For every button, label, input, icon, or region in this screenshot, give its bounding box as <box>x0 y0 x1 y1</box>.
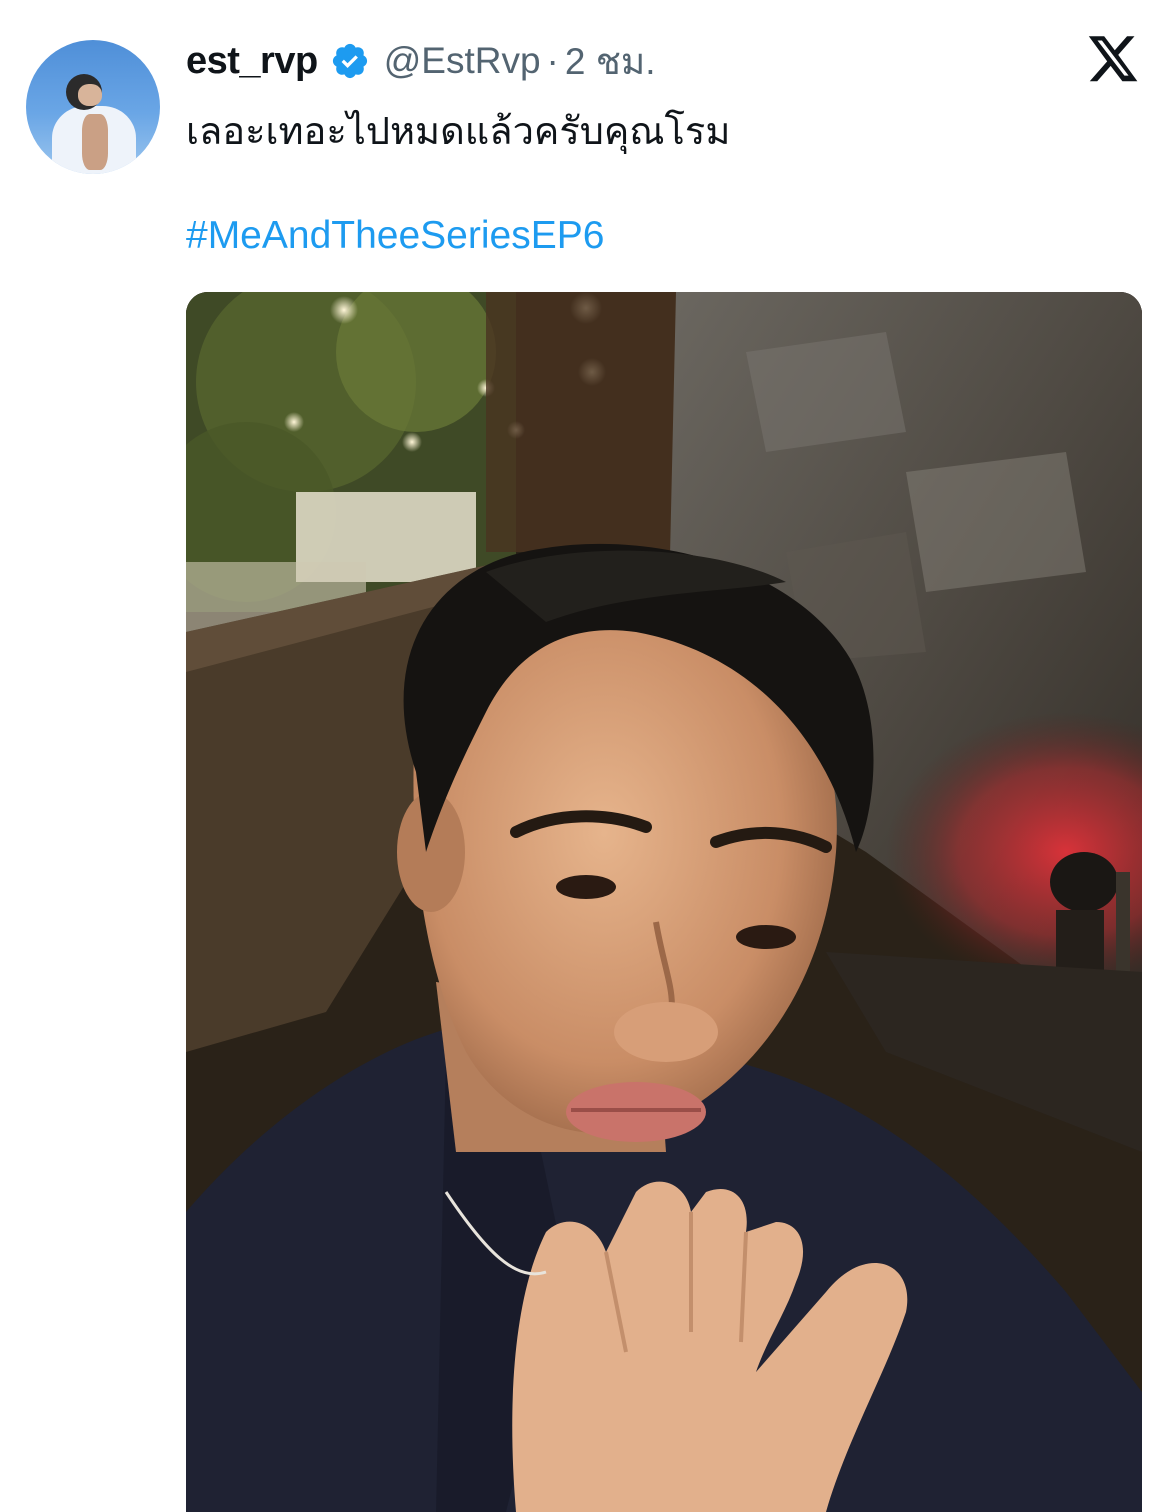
hashtag-link[interactable]: #MeAndTheeSeriesEP6 <box>186 214 604 258</box>
handle[interactable]: @EstRvp <box>384 40 541 82</box>
verified-badge-icon <box>332 43 367 79</box>
tweet-photo[interactable] <box>186 292 1142 1512</box>
timestamp[interactable]: 2 ชม. <box>565 32 656 91</box>
display-name[interactable]: est_rvp <box>186 40 318 83</box>
photo-illustration <box>186 292 1142 1512</box>
avatar-figure-chest <box>82 114 108 170</box>
avatar[interactable] <box>26 40 160 174</box>
avatar-figure-face <box>78 84 102 106</box>
tweet-text: เลอะเทอะไปหมดแล้วครับคุณโรม <box>186 109 731 153</box>
tweet-header: est_rvp @EstRvp · 2 ชม. <box>186 36 656 86</box>
separator-dot: · <box>546 40 559 81</box>
x-logo-icon[interactable] <box>1086 36 1140 86</box>
